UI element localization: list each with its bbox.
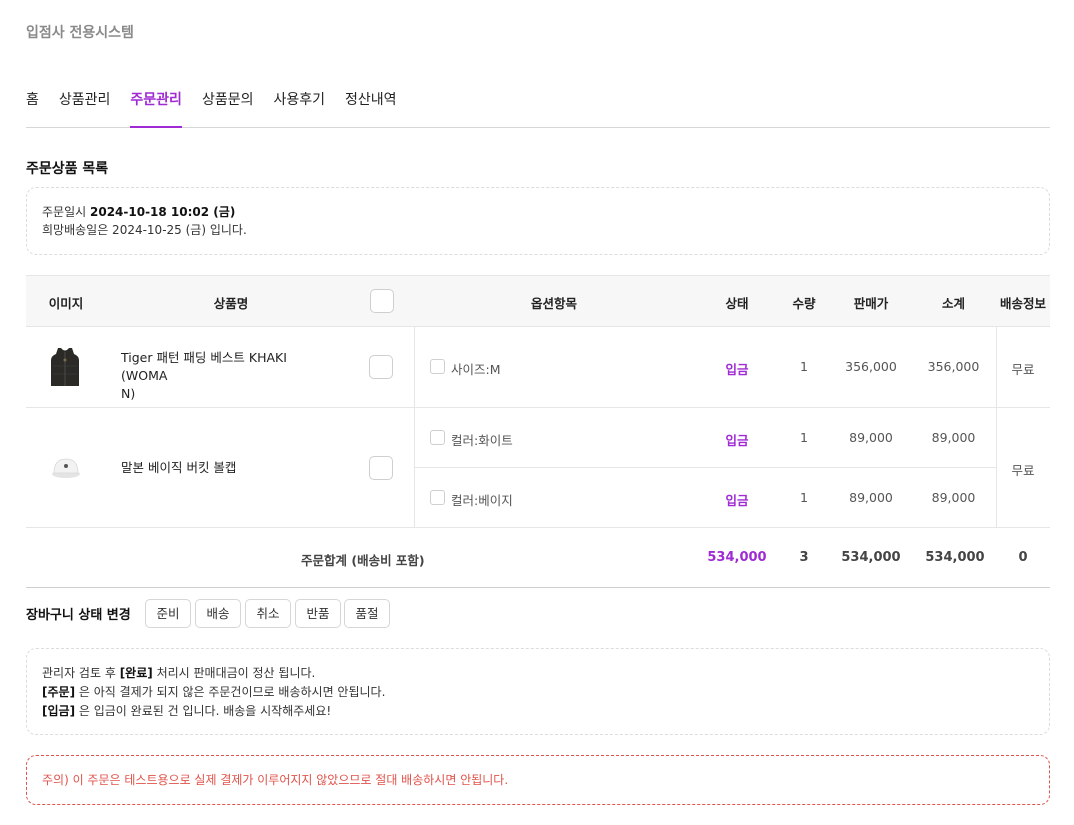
soldout-button[interactable]: 품절	[344, 599, 390, 628]
header-image: 이미지	[48, 296, 84, 311]
site-title: 입점사 전용시스템	[26, 25, 134, 41]
quantity: 1	[800, 359, 808, 374]
order-total-subtotal: 534,000	[925, 550, 985, 565]
quantity: 1	[800, 490, 808, 505]
header-price: 판매가	[853, 296, 889, 311]
divider	[414, 327, 415, 527]
vest-image	[48, 346, 82, 388]
price: 356,000	[845, 359, 897, 374]
header-quantity: 수량	[792, 296, 816, 311]
header-options: 옵션항목	[530, 296, 577, 311]
option-label: 컬러:화이트	[451, 433, 513, 448]
table-bottom-border	[26, 587, 1050, 588]
tab-product-inquiry[interactable]: 상품문의	[202, 86, 254, 127]
status-badge: 입금	[725, 493, 749, 508]
ship-button[interactable]: 배송	[195, 599, 241, 628]
ready-button[interactable]: 준비	[145, 599, 191, 628]
table-header: 이미지 상품명 옵션항목 상태 수량 판매가 소계 배송정보	[26, 275, 1050, 327]
order-items-table: 이미지 상품명 옵션항목 상태 수량 판매가 소계 배송정보 Tiger 패턴 …	[26, 275, 1050, 588]
main-nav: 홈 상품관리 주문관리 상품문의 사용후기 정산내역	[26, 86, 1050, 128]
price: 89,000	[849, 490, 893, 505]
order-info-box: 주문일시 2024-10-18 10:02 (금) 희망배송일은 2024-10…	[26, 187, 1050, 255]
divider	[996, 327, 997, 527]
product-name: 말본 베이직 버킷 볼캡	[121, 460, 237, 475]
section-title: 주문상품 목록	[26, 161, 109, 177]
price: 89,000	[849, 430, 893, 445]
row-divider	[26, 527, 1050, 528]
order-date-line: 주문일시 2024-10-18 10:02 (금)	[42, 203, 1034, 221]
row-divider	[26, 407, 1050, 408]
order-total-price: 534,000	[841, 550, 901, 565]
tab-settlement[interactable]: 정산내역	[345, 86, 397, 127]
subtotal: 356,000	[927, 359, 980, 374]
delivery-note: 희망배송일은 2024-10-25 (금) 입니다.	[42, 223, 247, 237]
status-badge: 입금	[725, 433, 749, 448]
select-all-checkbox[interactable]	[370, 289, 394, 313]
cap-image	[50, 455, 82, 481]
order-date-value: 2024-10-18 10:02 (금)	[90, 205, 236, 219]
cancel-button[interactable]: 취소	[245, 599, 291, 628]
status-badge: 입금	[725, 362, 749, 377]
test-order-warning: 주의) 이 주문은 테스트용으로 실제 결제가 이루어지지 않았으므로 절대 배…	[26, 755, 1050, 805]
option-checkbox[interactable]	[430, 490, 445, 505]
subtotal: 89,000	[931, 490, 976, 505]
option-divider	[414, 467, 996, 468]
option-checkbox[interactable]	[430, 430, 445, 445]
product-name: Tiger 패턴 패딩 베스트 KHAKI (WOMA N)	[121, 350, 287, 401]
option-label: 사이즈:M	[451, 362, 501, 377]
cart-status-label: 장바구니 상태 변경	[26, 608, 131, 623]
order-total-amount: 534,000	[707, 550, 767, 565]
shipping-info: 무료	[1011, 362, 1035, 377]
guide-line: [주문] 은 아직 결제가 되지 않은 주문건이므로 배송하시면 안됩니다.	[42, 685, 386, 699]
option-label: 컬러:베이지	[451, 493, 513, 508]
status-guide-box: 관리자 검토 후 [완료] 처리시 판매대금이 정산 됩니다. [주문] 은 아…	[26, 648, 1050, 735]
return-button[interactable]: 반품	[295, 599, 341, 628]
tab-order-management[interactable]: 주문관리	[130, 86, 182, 128]
quantity: 1	[800, 430, 808, 445]
guide-line: [입금] 은 입금이 완료된 건 입니다. 배송을 시작해주세요!	[42, 704, 332, 718]
header-subtotal: 소계	[941, 296, 965, 311]
guide-line: 관리자 검토 후 [완료] 처리시 판매대금이 정산 됩니다.	[42, 666, 316, 680]
subtotal: 89,000	[931, 430, 976, 445]
order-total-quantity: 3	[799, 550, 809, 565]
order-total-label: 주문합계 (배송비 포함)	[301, 553, 425, 568]
product-checkbox[interactable]	[369, 355, 393, 379]
order-total-shipping: 0	[1018, 550, 1028, 565]
header-product-name: 상품명	[213, 296, 249, 311]
header-shipping: 배송정보	[999, 296, 1046, 311]
tab-home[interactable]: 홈	[26, 86, 39, 127]
option-checkbox[interactable]	[430, 359, 445, 374]
tab-product-management[interactable]: 상품관리	[59, 86, 111, 127]
product-checkbox[interactable]	[369, 456, 393, 480]
order-date-label: 주문일시	[42, 205, 87, 219]
tab-reviews[interactable]: 사용후기	[273, 86, 325, 127]
shipping-info: 무료	[1011, 463, 1035, 478]
header-status: 상태	[725, 296, 749, 311]
